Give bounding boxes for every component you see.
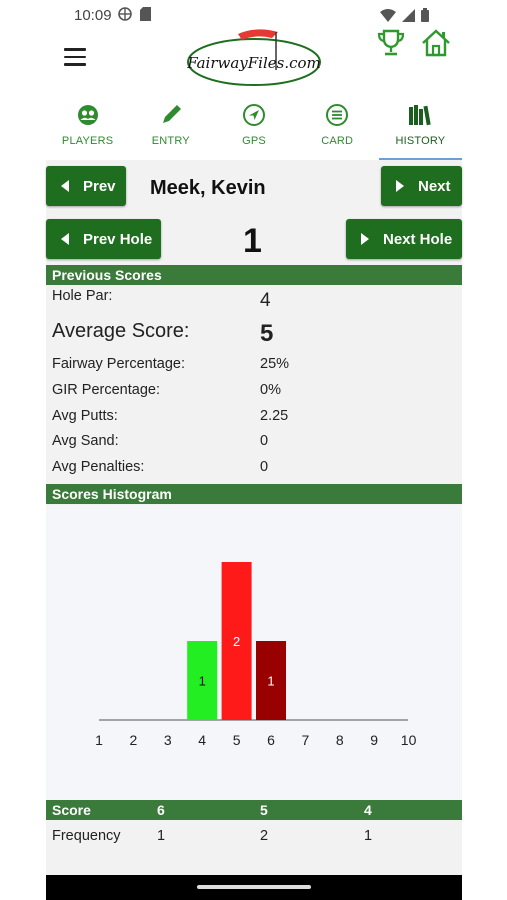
app-header: FairwayFiles.com (46, 20, 462, 94)
histogram-tick-label-1: 1 (95, 732, 103, 748)
frequency-cell: 1 (364, 828, 373, 844)
score-cell: 6 (157, 802, 165, 818)
tab-players[interactable]: PLAYERS (46, 96, 129, 160)
tab-entry[interactable]: ENTRY (129, 96, 212, 160)
histogram-tick-label-4: 4 (198, 732, 206, 748)
avg-putts-label: Avg Putts: (52, 408, 118, 424)
hole-number: 1 (243, 222, 262, 260)
home-icon[interactable] (420, 28, 452, 58)
histogram-panel: 1 2 3 1 4 2 5 1 6 7 8 9 10 (46, 505, 462, 800)
players-icon (77, 105, 98, 125)
fairwayfiles-logo: FairwayFiles.com (186, 29, 321, 86)
list-icon (326, 104, 349, 126)
histogram-tick-label-6: 6 (267, 732, 275, 748)
tab-history[interactable]: HISTORY (378, 96, 463, 160)
previous-scores-header: Previous Scores (46, 265, 462, 285)
histogram-bar-label-4: 1 (199, 674, 206, 689)
avg-sand-value: 0 (260, 433, 269, 449)
caret-right-icon (396, 180, 404, 192)
hole-par-label: Hole Par: (52, 288, 113, 304)
fairway-percentage-value: 25% (260, 356, 290, 372)
frequency-cell: 1 (157, 828, 166, 844)
histogram-tick-label-7: 7 (302, 732, 310, 748)
histogram-tick-label-2: 2 (130, 732, 138, 748)
home-gesture-handle[interactable] (197, 885, 311, 889)
hamburger-menu-icon[interactable] (64, 48, 86, 66)
books-icon (409, 105, 432, 126)
frequency-cell: 2 (260, 828, 269, 844)
score-cell: 5 (260, 802, 268, 818)
pencil-icon (162, 105, 181, 123)
tab-bar: PLAYERS ENTRY GPS CARD HISTORY (46, 96, 463, 160)
histogram-tick-label-3: 3 (164, 732, 172, 748)
player-name: Meek, Kevin (150, 177, 266, 199)
avg-putts-value: 2.25 (260, 408, 289, 424)
scores-histogram-header: Scores Histogram (46, 484, 462, 504)
fairway-percentage-label: Fairway Percentage: (52, 356, 185, 372)
avg-penalties-label: Avg Penalties: (52, 459, 145, 475)
prev-player-button[interactable]: Prev (46, 166, 126, 206)
gir-percentage-label: GIR Percentage: (52, 382, 160, 398)
caret-right-icon (361, 233, 369, 245)
average-score-value: 5 (260, 320, 274, 347)
average-score-label: Average Score: (52, 320, 190, 342)
sim-card-icon (140, 7, 151, 21)
avg-penalties-value: 0 (260, 459, 269, 475)
avg-sand-label: Avg Sand: (52, 433, 119, 449)
caret-left-icon (61, 233, 69, 245)
scores-histogram-chart: 1 2 3 1 4 2 5 1 6 7 8 9 10 (95, 562, 417, 748)
histogram-bar-label-5: 2 (233, 634, 240, 649)
navigation-icon (243, 104, 265, 126)
caret-left-icon (61, 180, 69, 192)
logo-text: FairwayFiles.com (186, 54, 321, 72)
hole-par-value: 4 (260, 290, 271, 311)
frequency-row-label: Frequency (52, 828, 121, 844)
score-column-label: Score (52, 802, 91, 818)
histogram-bar-label-6: 1 (267, 674, 274, 689)
next-player-button[interactable]: Next (381, 166, 462, 206)
score-table-header: Score 6 5 4 (46, 800, 462, 820)
histogram-tick-label-10: 10 (401, 732, 417, 748)
histogram-tick-label-5: 5 (233, 732, 241, 748)
gir-percentage-value: 0% (260, 382, 281, 398)
tab-gps[interactable]: GPS (212, 96, 295, 160)
system-navigation-bar (46, 875, 462, 900)
next-hole-button[interactable]: Next Hole (346, 219, 462, 259)
histogram-tick-label-8: 8 (336, 732, 344, 748)
vpn-icon (118, 7, 132, 21)
prev-hole-button[interactable]: Prev Hole (46, 219, 161, 259)
histogram-tick-label-9: 9 (370, 732, 378, 748)
trophy-icon[interactable] (376, 28, 406, 58)
tab-card[interactable]: CARD (296, 96, 379, 160)
score-cell: 4 (364, 802, 372, 818)
